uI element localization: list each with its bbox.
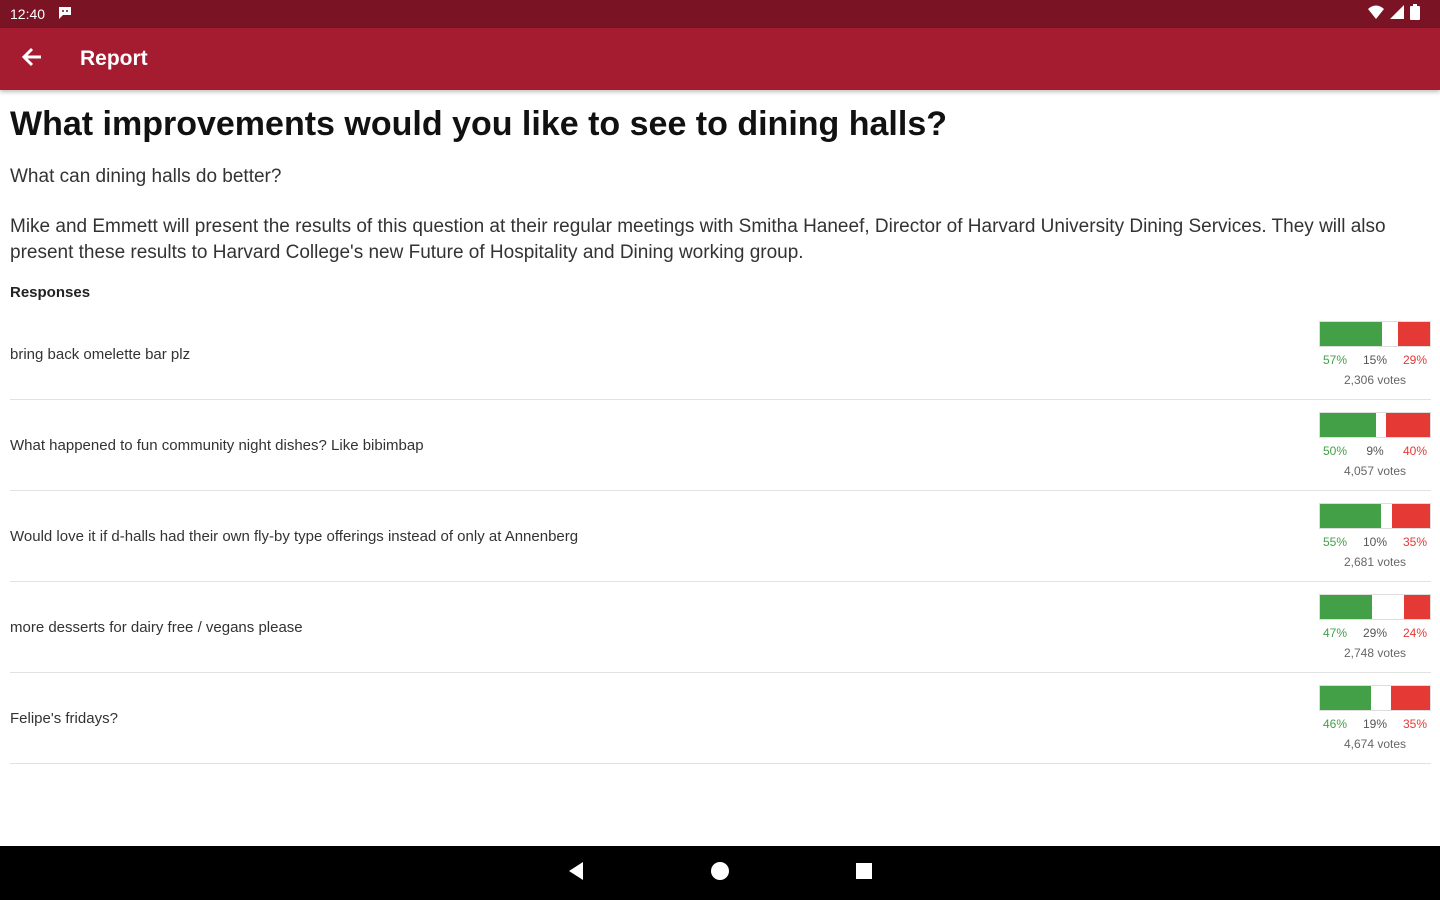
- status-bar: 12:40: [0, 0, 1440, 28]
- vote-count: 4,057 votes: [1343, 464, 1407, 478]
- app-bar: Report: [0, 28, 1440, 90]
- status-time: 12:40: [10, 6, 46, 22]
- battery-icon: [1410, 3, 1420, 25]
- percent-row: 57% 15% 29%: [1323, 353, 1427, 367]
- pass-percent: 15%: [1362, 353, 1388, 367]
- response-row[interactable]: Would love it if d-halls had their own f…: [10, 491, 1431, 582]
- app-title: Report: [80, 47, 148, 70]
- percent-row: 55% 10% 35%: [1323, 535, 1427, 549]
- back-button[interactable]: [0, 28, 64, 90]
- notification-icon: [57, 6, 73, 23]
- agree-segment: [1320, 413, 1376, 437]
- agree-segment: [1320, 322, 1383, 346]
- disagree-segment: [1398, 322, 1430, 346]
- vote-result: 55% 10% 35% 2,681 votes: [1319, 503, 1431, 569]
- responses-heading: Responses: [10, 284, 91, 301]
- agree-percent: 46%: [1323, 717, 1348, 731]
- nav-recents-button[interactable]: [847, 856, 881, 890]
- pass-segment: [1380, 504, 1392, 528]
- pass-percent: 10%: [1362, 535, 1388, 549]
- percent-row: 46% 19% 35%: [1323, 717, 1427, 731]
- question-description: Mike and Emmett will present the results…: [10, 216, 1386, 263]
- agree-segment: [1320, 686, 1371, 710]
- disagree-segment: [1391, 686, 1430, 710]
- nav-back-button[interactable]: [559, 856, 593, 890]
- agree-percent: 50%: [1323, 444, 1348, 458]
- nav-home-icon: [710, 861, 730, 886]
- vote-result: 50% 9% 40% 4,057 votes: [1319, 412, 1431, 478]
- signal-icon: [1390, 4, 1404, 24]
- response-row[interactable]: more desserts for dairy free / vegans pl…: [10, 582, 1431, 673]
- disagree-percent: 29%: [1402, 353, 1427, 367]
- pass-segment: [1370, 686, 1392, 710]
- response-row[interactable]: What happened to fun community night dis…: [10, 400, 1431, 491]
- agree-percent: 55%: [1323, 535, 1348, 549]
- disagree-percent: 35%: [1402, 717, 1427, 731]
- nav-back-icon: [566, 861, 586, 886]
- pass-percent: 29%: [1362, 626, 1388, 640]
- pass-segment: [1375, 413, 1386, 437]
- pass-percent: 19%: [1362, 717, 1388, 731]
- disagree-segment: [1385, 413, 1430, 437]
- vote-count: 4,674 votes: [1343, 737, 1407, 751]
- agree-percent: 57%: [1323, 353, 1348, 367]
- nav-recents-icon: [854, 861, 874, 886]
- response-text: more desserts for dairy free / vegans pl…: [10, 618, 303, 636]
- vote-count: 2,748 votes: [1343, 646, 1407, 660]
- disagree-percent: 24%: [1402, 626, 1427, 640]
- wifi-icon: [1368, 5, 1384, 24]
- question-title: What improvements would you like to see …: [10, 105, 947, 143]
- vote-bar: [1319, 685, 1431, 711]
- pass-percent: 9%: [1366, 444, 1384, 458]
- response-row[interactable]: Felipe's fridays? 46% 19% 35% 4,674 vote…: [10, 673, 1431, 764]
- vote-bar: [1319, 412, 1431, 438]
- vote-bar: [1319, 503, 1431, 529]
- disagree-segment: [1403, 595, 1430, 619]
- vote-bar: [1319, 321, 1431, 347]
- response-text: bring back omelette bar plz: [10, 345, 191, 363]
- vote-count: 2,306 votes: [1343, 373, 1407, 387]
- disagree-percent: 35%: [1402, 535, 1427, 549]
- report-content: What improvements would you like to see …: [10, 92, 1431, 764]
- response-text: What happened to fun community night dis…: [10, 436, 424, 454]
- agree-segment: [1320, 595, 1372, 619]
- arrow-back-icon: [21, 46, 43, 73]
- vote-result: 57% 15% 29% 2,306 votes: [1319, 321, 1431, 387]
- vote-result: 47% 29% 24% 2,748 votes: [1319, 594, 1431, 660]
- vote-count: 2,681 votes: [1343, 555, 1407, 569]
- nav-home-button[interactable]: [703, 856, 737, 890]
- percent-row: 50% 9% 40%: [1323, 444, 1427, 458]
- response-text: Felipe's fridays?: [10, 709, 118, 727]
- system-nav-bar: [0, 846, 1440, 900]
- agree-percent: 47%: [1323, 626, 1348, 640]
- disagree-segment: [1391, 504, 1430, 528]
- percent-row: 47% 29% 24%: [1323, 626, 1427, 640]
- response-text: Would love it if d-halls had their own f…: [10, 527, 579, 545]
- question-subtitle: What can dining halls do better?: [10, 166, 282, 187]
- agree-segment: [1320, 504, 1381, 528]
- response-list: bring back omelette bar plz 57% 15% 29% …: [10, 309, 1431, 764]
- response-row[interactable]: bring back omelette bar plz 57% 15% 29% …: [10, 309, 1431, 400]
- vote-bar: [1319, 594, 1431, 620]
- pass-segment: [1371, 595, 1404, 619]
- disagree-percent: 40%: [1402, 444, 1427, 458]
- vote-result: 46% 19% 35% 4,674 votes: [1319, 685, 1431, 751]
- pass-segment: [1382, 322, 1399, 346]
